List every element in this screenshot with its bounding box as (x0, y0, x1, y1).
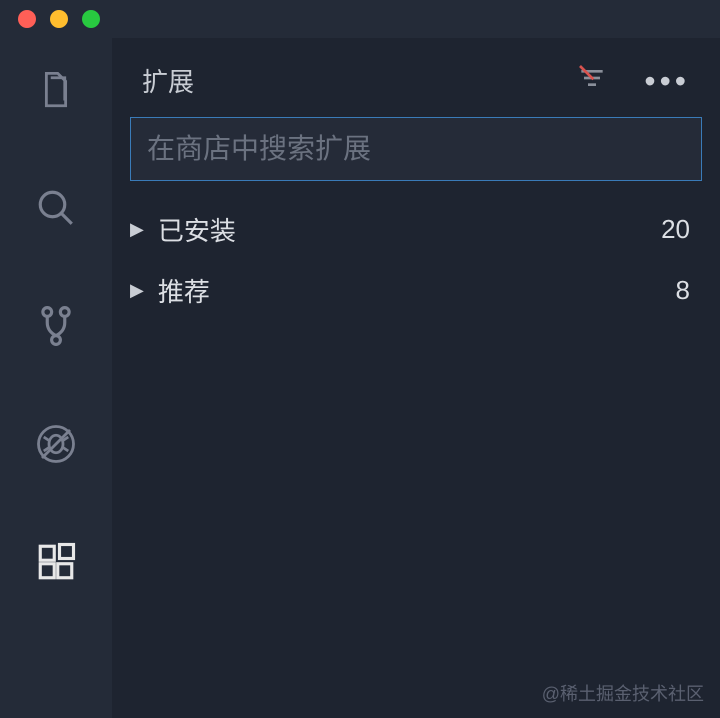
search-icon (35, 187, 77, 234)
section-count: 20 (661, 214, 690, 245)
extensions-panel: 扩展 ••• (112, 38, 720, 718)
extensions-icon (35, 541, 77, 588)
activity-search[interactable] (32, 186, 80, 234)
ellipsis-icon: ••• (644, 63, 690, 99)
window-titlebar (0, 0, 720, 38)
filter-button[interactable] (576, 62, 608, 99)
activity-bar (0, 38, 112, 718)
watermark-text: @稀土掘金技术社区 (542, 680, 704, 706)
files-icon (35, 69, 77, 116)
activity-explorer[interactable] (32, 68, 80, 116)
source-control-icon (35, 305, 77, 352)
section-recommended[interactable]: ▶ 推荐 8 (112, 260, 720, 321)
extensions-search-input[interactable] (130, 117, 702, 181)
panel-header: 扩展 ••• (112, 38, 720, 117)
window-close-button[interactable] (18, 10, 36, 28)
window-minimize-button[interactable] (50, 10, 68, 28)
activity-extensions[interactable] (32, 540, 80, 588)
chevron-right-icon: ▶ (130, 280, 144, 301)
window-maximize-button[interactable] (82, 10, 100, 28)
filter-icon (576, 81, 608, 98)
section-count: 8 (676, 275, 690, 306)
section-installed[interactable]: ▶ 已安装 20 (112, 199, 720, 260)
more-actions-button[interactable]: ••• (644, 65, 690, 97)
section-label: 推荐 (158, 272, 210, 309)
section-label: 已安装 (158, 211, 236, 248)
activity-source-control[interactable] (32, 304, 80, 352)
panel-title: 扩展 (142, 62, 194, 99)
activity-debug[interactable] (32, 422, 80, 470)
bug-disabled-icon (35, 423, 77, 470)
chevron-right-icon: ▶ (130, 219, 144, 240)
